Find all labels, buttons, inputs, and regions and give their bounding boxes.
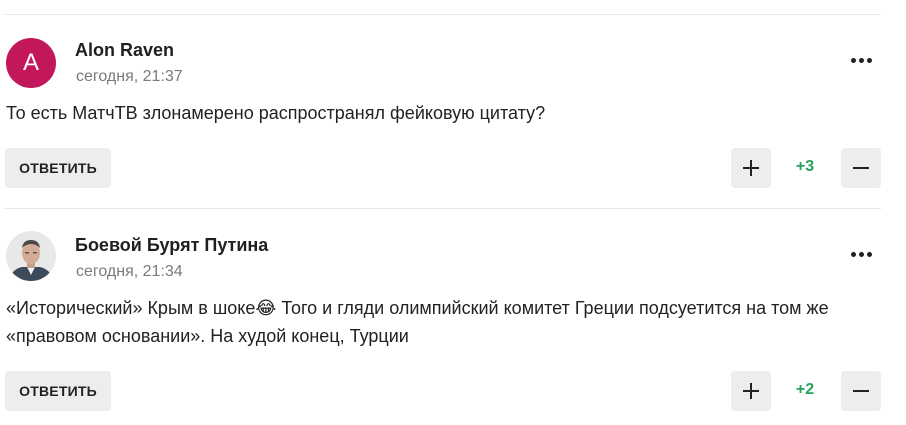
upvote-button[interactable]	[731, 371, 771, 411]
upvote-button[interactable]	[731, 148, 771, 188]
more-options-button[interactable]	[846, 50, 876, 70]
avatar-photo	[6, 231, 56, 281]
comment-author[interactable]: Боевой Бурят Путина	[75, 235, 268, 256]
more-horizontal-icon	[850, 251, 856, 257]
avatar[interactable]: A	[6, 38, 56, 88]
downvote-button[interactable]	[841, 148, 881, 188]
more-horizontal-icon	[850, 57, 856, 63]
avatar-letter: A	[22, 49, 39, 76]
comment-text: «Исторический» Крым в шоке😂 Того и гляди…	[6, 294, 886, 350]
comment-text-line: «правовом основании». На худой конец, Ту…	[6, 326, 409, 346]
comment-time: сегодня, 21:34	[76, 263, 183, 280]
comment-divider	[5, 208, 881, 209]
comment-text-line: «Исторический» Крым в шоке😂 Того и гляди…	[6, 298, 829, 318]
top-divider	[5, 14, 881, 15]
comment-text: То есть МатчТВ злонамерено распространял…	[6, 103, 546, 123]
downvote-button[interactable]	[841, 371, 881, 411]
reply-button[interactable]: ОТВЕТИТЬ	[5, 371, 111, 411]
avatar[interactable]	[6, 231, 56, 281]
reply-button[interactable]: ОТВЕТИТЬ	[5, 148, 111, 188]
comment-score: +3	[795, 158, 815, 175]
comment-author[interactable]: Alon Raven	[75, 40, 174, 61]
minus-icon	[853, 390, 869, 392]
comment-score: +2	[795, 381, 815, 398]
comment-time: сегодня, 21:37	[76, 68, 183, 85]
more-options-button[interactable]	[846, 244, 876, 264]
minus-icon	[853, 167, 869, 169]
